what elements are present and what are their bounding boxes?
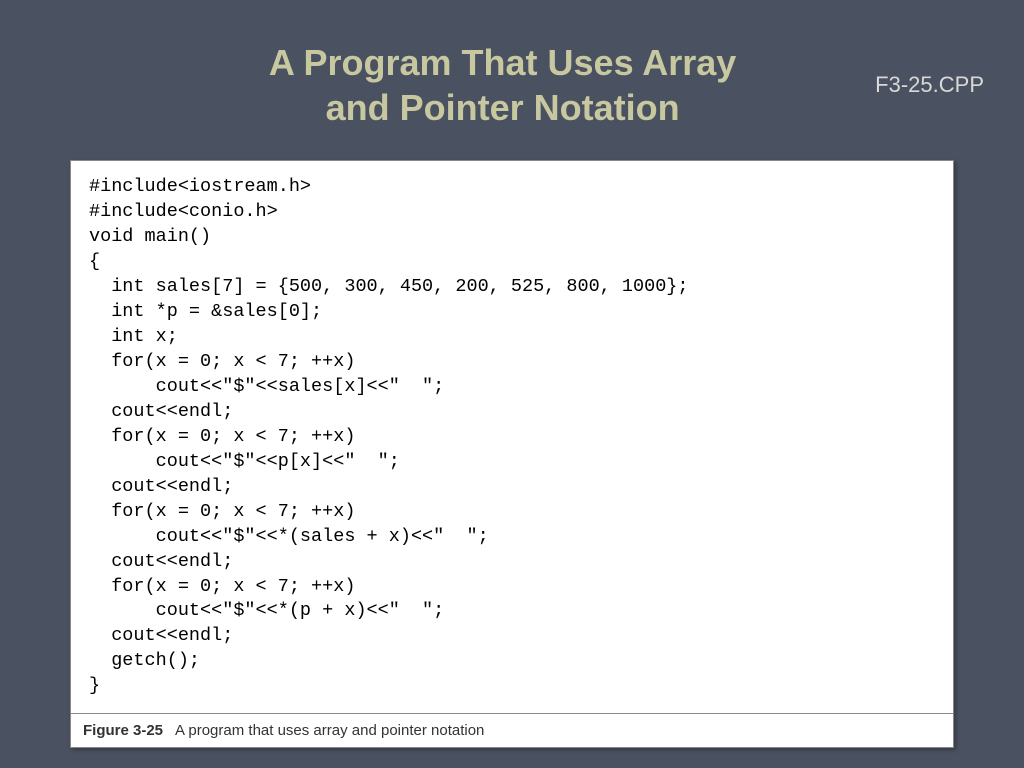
slide-title: A Program That Uses Array and Pointer No…	[30, 40, 875, 130]
caption-label: Figure 3-25	[83, 722, 163, 739]
slide: A Program That Uses Array and Pointer No…	[0, 0, 1024, 768]
code-listing: #include<iostream.h> #include<conio.h> v…	[71, 161, 953, 713]
figure-caption: Figure 3-25A program that uses array and…	[71, 713, 953, 747]
caption-text: A program that uses array and pointer no…	[163, 722, 484, 739]
title-line-1: A Program That Uses Array	[269, 42, 737, 83]
title-line-2: and Pointer Notation	[326, 87, 680, 128]
title-row: A Program That Uses Array and Pointer No…	[30, 40, 994, 130]
code-panel: #include<iostream.h> #include<conio.h> v…	[70, 160, 954, 748]
file-label: F3-25.CPP	[875, 72, 994, 98]
